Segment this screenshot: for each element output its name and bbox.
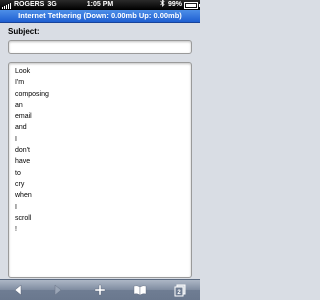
body-line: cry (15, 180, 25, 188)
battery-percent: 99% (167, 1, 182, 8)
body-line: and (15, 124, 27, 132)
body-line: to (15, 169, 21, 177)
body-line: have (15, 158, 31, 166)
bookmarks-icon (133, 285, 147, 296)
body-line: composing (15, 90, 49, 98)
safari-toolbar: 2 (0, 279, 200, 300)
pages-button[interactable]: 2 (168, 280, 192, 300)
body-line: when (15, 192, 32, 200)
battery-fill (186, 3, 196, 7)
body-line: an (15, 101, 23, 109)
subject-input[interactable] (8, 40, 192, 54)
add-bookmark-button[interactable] (88, 280, 112, 300)
body-line: I'm (15, 79, 25, 87)
body-line: I (15, 203, 17, 211)
subject-label: Subject: (8, 27, 40, 36)
iphone-screen: ROGERS 3G 1:05 PM 99% Internet Tethering… (0, 0, 200, 300)
body-line: I (15, 135, 17, 143)
bookmarks-button[interactable] (128, 280, 152, 300)
pages-icon: 2 (174, 284, 186, 296)
back-button[interactable] (7, 280, 31, 300)
message-body-textarea[interactable]: Look I'm composing an email and Idon't have to cr… (8, 62, 192, 278)
battery-icon (184, 1, 200, 9)
plus-icon (94, 284, 106, 296)
body-line: email (15, 113, 32, 121)
back-arrow-icon (14, 284, 22, 296)
status-bar: ROGERS 3G 1:05 PM 99% (0, 0, 200, 10)
forward-arrow-icon (54, 284, 62, 296)
body-line: Look (15, 68, 31, 75)
body-line: ! (15, 226, 17, 234)
compose-form: Subject: Look I'm composing an email and Idon'… (0, 23, 200, 278)
message-body-text: Look I'm composing an email and Idon't have to cr… (15, 66, 49, 235)
tethering-banner[interactable]: Internet Tethering (Down: 0.00mb Up: 0.0… (0, 10, 200, 23)
forward-button[interactable] (45, 280, 69, 300)
body-line: scroll (15, 214, 32, 222)
status-right: 99% (160, 0, 200, 10)
body-line: don't (15, 147, 30, 155)
